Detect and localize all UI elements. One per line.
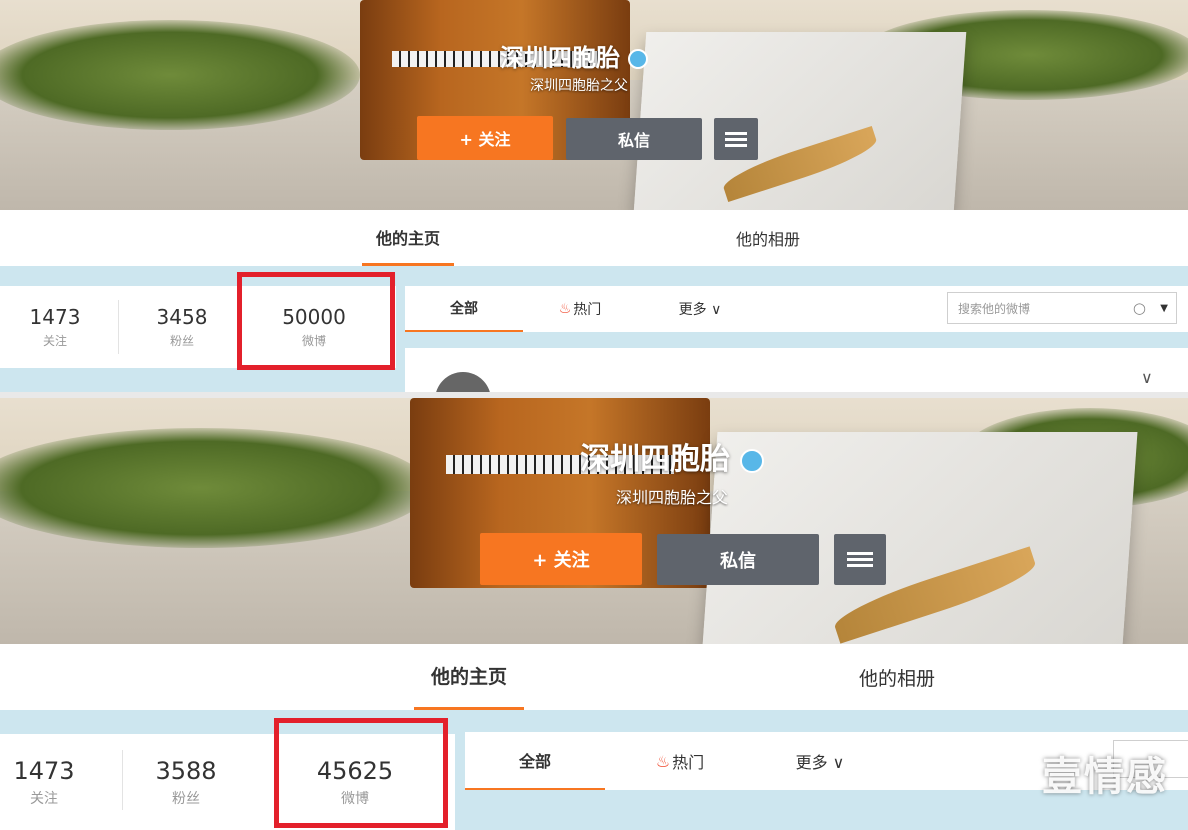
feed-tab-all[interactable]: 全部 [465, 732, 605, 790]
tab-home[interactable]: 他的主页 [414, 644, 524, 710]
feed-item: ∨ [405, 348, 1188, 392]
profile-tabs: 他的主页 他的相册 [0, 210, 1188, 266]
search-icon[interactable]: ○ [1133, 299, 1146, 317]
menu-icon[interactable] [714, 118, 758, 160]
feed-tab-hot[interactable]: ♨ 热门 [535, 286, 625, 332]
follow-button[interactable]: + 关注 [417, 116, 553, 160]
top-profile-screenshot: 深圳四胞胎 深圳四胞胎之父 + 关注 私信 他的主页 他的相册 1473 关注 … [0, 0, 1188, 392]
profile-subtitle: 深圳四胞胎之父 [616, 488, 729, 507]
chevron-down-icon[interactable]: ∨ [1141, 368, 1153, 387]
highlight-box [237, 272, 395, 370]
feed-tabs: 全部 ♨ 热门 更多 ∨ 搜索他的微博 ○ ▼ [405, 286, 1188, 332]
bottom-profile-screenshot: 深圳四胞胎 深圳四胞胎之父 + 关注 私信 他的主页 他的相册 1473 关注 … [0, 398, 1188, 830]
fire-icon: ♨ [558, 301, 572, 317]
stat-followers[interactable]: 3588 粉丝 [130, 734, 242, 830]
profile-name: 深圳四胞胎 [500, 38, 649, 73]
feed-tab-hot[interactable]: ♨ 热门 [625, 732, 735, 790]
verified-icon [628, 49, 649, 69]
highlight-box [274, 718, 448, 828]
stat-following[interactable]: 1473 关注 [0, 286, 110, 368]
search-input[interactable]: 搜索他的微博 ○ ▼ [947, 292, 1177, 324]
message-button[interactable]: 私信 [566, 118, 702, 160]
cover-image: 深圳四胞胎 深圳四胞胎之父 + 关注 私信 [0, 0, 1188, 210]
feed-tab-all[interactable]: 全部 [405, 286, 523, 332]
profile-subtitle: 深圳四胞胎之父 [530, 78, 628, 94]
message-button[interactable]: 私信 [657, 534, 819, 585]
feed-tab-more[interactable]: 更多 ∨ [655, 286, 745, 332]
stat-followers[interactable]: 3458 粉丝 [126, 286, 238, 368]
fire-icon: ♨ [655, 751, 671, 771]
cover-image: 深圳四胞胎 深圳四胞胎之父 + 关注 私信 [0, 398, 1188, 644]
profile-name: 深圳四胞胎 [580, 434, 765, 478]
avatar [435, 372, 491, 392]
dropdown-icon[interactable]: ▼ [1160, 303, 1168, 314]
verified-icon [740, 448, 765, 473]
watermark: 壹情感 [1042, 754, 1168, 800]
tab-album[interactable]: 他的相册 [842, 644, 952, 710]
tab-home[interactable]: 他的主页 [362, 210, 454, 266]
feed-tab-more[interactable]: 更多 ∨ [765, 732, 875, 790]
follow-button[interactable]: + 关注 [480, 533, 642, 585]
stat-following[interactable]: 1473 关注 [0, 734, 88, 830]
tab-album[interactable]: 他的相册 [722, 210, 814, 266]
menu-icon[interactable] [834, 534, 886, 585]
profile-tabs: 他的主页 他的相册 [0, 644, 1188, 710]
